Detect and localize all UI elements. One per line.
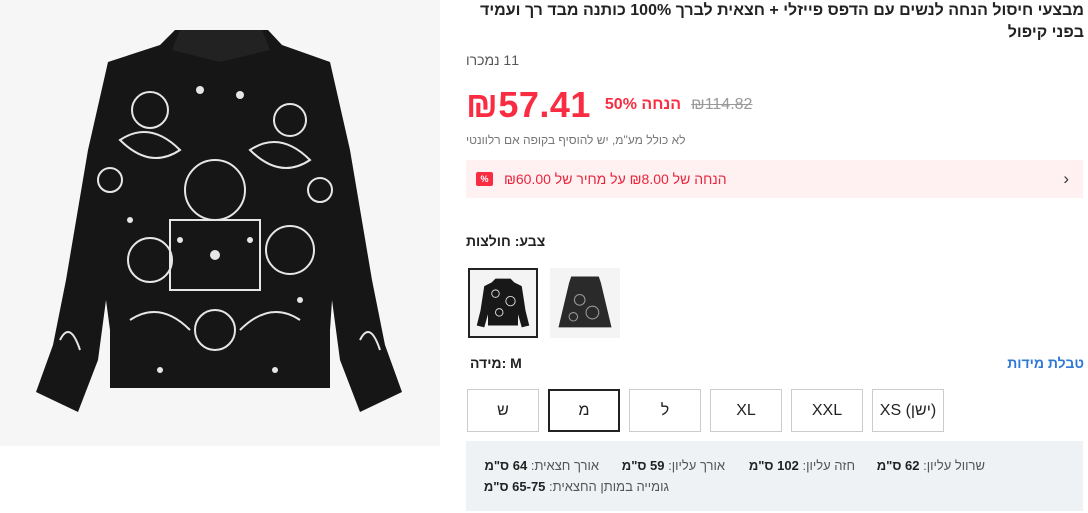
size-option-l[interactable]: ל	[629, 389, 701, 432]
color-swatch-blouse[interactable]	[468, 268, 538, 338]
color-label: צבע: חולצות	[466, 233, 546, 249]
product-image[interactable]	[0, 0, 440, 446]
price-row: ₪57.41 50% הנחה ₪114.82	[466, 80, 752, 130]
sold-count: 11 נמכרו	[466, 52, 519, 68]
size-label: מידה: M	[470, 355, 522, 371]
tax-note: לא כולל מע"מ, יש להוסיף בקופה אם רלוונטי	[466, 133, 686, 147]
discount-badge: 50% הנחה	[604, 96, 682, 113]
chevron-right-icon: ›	[1063, 169, 1069, 188]
size-option-xl[interactable]: XL	[710, 389, 782, 432]
original-price: ₪114.82	[691, 96, 753, 113]
current-price: ₪57.41	[466, 84, 591, 125]
size-option-xs[interactable]: (ישן) XS	[872, 389, 944, 432]
product-title: מבצעי חיסול הנחה לנשים עם הדפס פייזלי + …	[480, 2, 1084, 41]
size-option-m[interactable]: מ	[548, 389, 620, 432]
measure-skirt-length: אורך חצאית: 64 ס"מ	[484, 458, 599, 473]
measure-sleeve: שרוול עליון: 62 ס"מ	[876, 458, 985, 473]
color-swatch-skirt[interactable]	[550, 268, 620, 338]
measure-top-length: אורך עליון: 59 ס"מ	[621, 458, 725, 473]
measurements-panel: שרוול עליון: 62 ס"מ חזה עליון: 102 ס"מ א…	[466, 441, 1083, 511]
promo-tag-icon: %	[476, 172, 493, 186]
promo-bar[interactable]: % הנחה של ₪8.00 על מחיר של ₪60.00 ›	[466, 160, 1083, 198]
promo-text: הנחה של ₪8.00 על מחיר של ₪60.00	[504, 171, 727, 187]
measure-skirt-waist: גומייה במותן החצאית: 65-75 ס"מ	[483, 479, 669, 494]
size-option-s[interactable]: ש	[467, 389, 539, 432]
size-option-xxl[interactable]: XXL	[791, 389, 863, 432]
measure-bust: חזה עליון: 102 ס"מ	[748, 458, 855, 473]
size-guide-link[interactable]: טבלת מידות	[1007, 355, 1084, 371]
